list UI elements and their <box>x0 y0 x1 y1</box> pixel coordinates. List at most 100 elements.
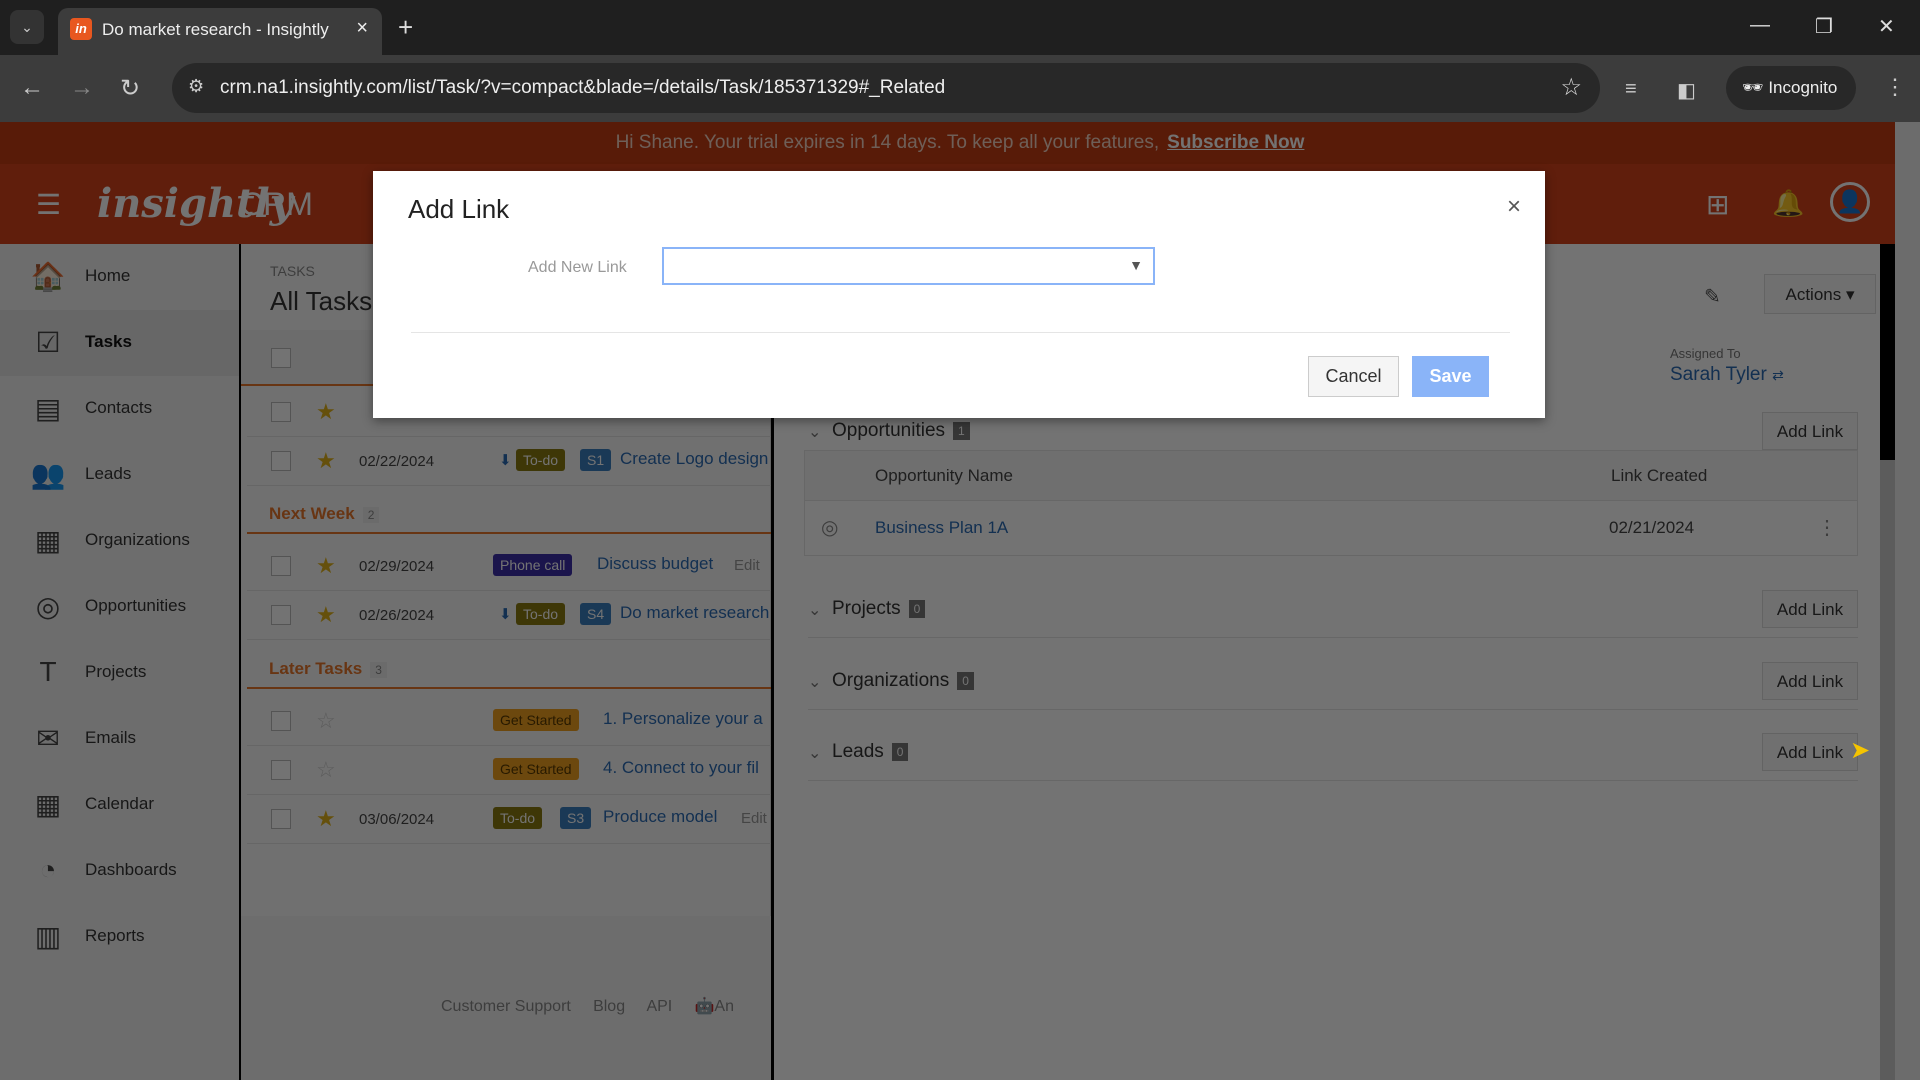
chevron-down-icon[interactable]: ⌄ <box>808 422 821 442</box>
task-title-link[interactable]: 4. Connect to your fil <box>603 758 759 778</box>
star-icon[interactable]: ★ <box>316 448 336 474</box>
table-row: ◎ Business Plan 1A 02/21/2024 ⋮ <box>805 501 1857 555</box>
sidebar-item-label: Tasks <box>85 332 132 351</box>
close-icon[interactable]: × <box>1507 193 1521 221</box>
task-title-link[interactable]: Discuss budget <box>597 554 713 574</box>
tasks-checkbox-icon: ☑ <box>35 327 61 358</box>
task-date: 02/26/2024 <box>359 607 435 624</box>
assigned-to-value[interactable]: Sarah Tyler ⇄ <box>1670 364 1784 386</box>
actions-dropdown[interactable]: Actions ▾ <box>1764 274 1876 314</box>
sidebar-item-calendar[interactable]: ▦ Calendar <box>0 772 239 838</box>
blog-link[interactable]: Blog <box>593 998 625 1015</box>
android-link[interactable]: An <box>714 998 734 1015</box>
select-all-checkbox[interactable] <box>271 348 291 368</box>
section-organizations: ⌄ Organizations 0 Add Link <box>808 660 1858 710</box>
table-row[interactable]: ★ 03/06/2024 To-do S3 Produce model Edit <box>247 795 771 844</box>
table-row[interactable]: ☆ Get Started 4. Connect to your fil <box>247 746 771 795</box>
api-link[interactable]: API <box>646 998 672 1015</box>
change-assignee-icon[interactable]: ⇄ <box>1772 367 1784 383</box>
column-header: Opportunity Name <box>875 466 1013 485</box>
assigned-user-link[interactable]: Sarah Tyler <box>1670 364 1767 385</box>
sidebar-item-label: Contacts <box>85 398 153 417</box>
star-icon[interactable]: ★ <box>316 806 336 832</box>
sidebar-item-label: Opportunities <box>85 596 187 615</box>
add-link-button[interactable]: Add Link <box>1762 662 1858 700</box>
edit-pencil-icon[interactable]: ✎ <box>1704 284 1721 309</box>
star-outline-icon[interactable]: ☆ <box>316 708 336 734</box>
edit-link[interactable]: Edit <box>741 810 767 827</box>
table-row[interactable]: ★ 02/29/2024 Phone call Discuss budget Edit <box>247 542 771 591</box>
section-leads: ⌄ Leads 0 Add Link <box>808 731 1858 781</box>
trial-banner: Hi Shane. Your trial expires in 14 days.… <box>0 122 1920 164</box>
row-checkbox[interactable] <box>271 809 291 829</box>
section-count: 0 <box>891 742 909 761</box>
tag-badge: S3 <box>560 807 592 829</box>
section-title: Projects <box>832 598 901 619</box>
hammer-icon: T <box>39 656 57 687</box>
sidebar-item-emails[interactable]: ✉ Emails <box>0 706 239 772</box>
edit-link[interactable]: Edit <box>734 557 760 574</box>
sidebar-item-projects[interactable]: T Projects <box>0 640 239 706</box>
row-checkbox[interactable] <box>271 711 291 731</box>
chevron-down-icon[interactable]: ⌄ <box>808 743 821 763</box>
add-link-button[interactable]: Add Link <box>1762 412 1858 450</box>
group-header-later-tasks: Later Tasks 3 <box>247 649 771 689</box>
chevron-down-icon[interactable]: ⌄ <box>808 600 821 620</box>
section-title: Leads <box>832 741 884 762</box>
banner-text: Hi Shane. Your trial expires in 14 days.… <box>615 132 1160 153</box>
chevron-down-icon[interactable]: ⌄ <box>808 672 821 692</box>
sidebar-item-label: Organizations <box>85 530 190 549</box>
add-link-button[interactable]: Add Link <box>1762 590 1858 628</box>
star-icon[interactable]: ★ <box>316 602 336 628</box>
row-checkbox[interactable] <box>271 451 291 471</box>
target-icon: ◎ <box>821 517 839 539</box>
row-checkbox[interactable] <box>271 402 291 422</box>
table-row[interactable]: ★ 02/26/2024 ⬇ To-do S4 Do market research <box>247 591 771 640</box>
opportunity-link[interactable]: Business Plan 1A <box>875 518 1008 538</box>
add-link-button[interactable]: Add Link <box>1762 733 1858 771</box>
add-icon[interactable]: ⊞ <box>1706 188 1729 221</box>
group-label: Next Week <box>269 504 355 523</box>
star-outline-icon[interactable]: ☆ <box>316 757 336 783</box>
cancel-button[interactable]: Cancel <box>1308 356 1399 397</box>
subscribe-now-link[interactable]: Subscribe Now <box>1167 132 1304 153</box>
page-scrollbar[interactable] <box>1895 122 1920 1080</box>
save-button[interactable]: Save <box>1412 356 1489 397</box>
status-badge: To-do <box>516 449 566 471</box>
panel-scrollbar[interactable] <box>1880 460 1895 1080</box>
row-checkbox[interactable] <box>271 605 291 625</box>
task-title-link[interactable]: Produce model <box>603 807 717 827</box>
sidebar-item-contacts[interactable]: ▤ Contacts <box>0 376 239 442</box>
hamburger-menu-icon[interactable]: ☰ <box>36 188 61 221</box>
section-count: 0 <box>957 671 974 690</box>
sidebar-item-leads[interactable]: 👥 Leads <box>0 442 239 508</box>
star-icon[interactable]: ★ <box>316 553 336 579</box>
task-title-link[interactable]: 1. Personalize your a <box>603 709 763 729</box>
group-count: 3 <box>370 662 387 678</box>
home-icon: 🏠 <box>30 261 66 292</box>
sidebar-item-reports[interactable]: ▥ Reports <box>0 904 239 970</box>
more-options-icon[interactable]: ⋮ <box>1817 515 1837 540</box>
add-new-link-select[interactable]: ▼ <box>662 247 1155 285</box>
sidebar-item-organizations[interactable]: ▦ Organizations <box>0 508 239 574</box>
sidebar-item-tasks[interactable]: ☑ Tasks <box>0 310 239 376</box>
group-label: Later Tasks <box>269 659 363 678</box>
envelope-icon: ✉ <box>36 723 60 754</box>
task-title-link[interactable]: Do market research <box>620 603 769 623</box>
caret-down-icon: ▼ <box>1129 257 1143 273</box>
bell-icon[interactable]: 🔔 <box>1772 188 1804 219</box>
task-title-link[interactable]: Create Logo design <box>620 449 768 469</box>
row-checkbox[interactable] <box>271 760 291 780</box>
table-row[interactable]: ☆ Get Started 1. Personalize your a <box>247 697 771 746</box>
table-row[interactable]: ★ 02/22/2024 ⬇ To-do S1 Create Logo design <box>247 437 771 486</box>
row-checkbox[interactable] <box>271 556 291 576</box>
star-icon[interactable]: ★ <box>316 399 336 425</box>
user-avatar-icon[interactable]: 👤 <box>1830 182 1870 222</box>
sidebar-item-home[interactable]: 🏠 Home <box>0 244 239 310</box>
sidebar-item-opportunities[interactable]: ◎ Opportunities <box>0 574 239 640</box>
add-link-dialog: Add Link × Add New Link ▼ Cancel Save <box>373 171 1545 418</box>
task-date: 03/06/2024 <box>359 811 435 828</box>
sidebar-item-dashboards[interactable]: ◔ Dashboards <box>0 838 239 904</box>
customer-support-link[interactable]: Customer Support <box>441 998 571 1015</box>
product-name: CRM <box>240 186 313 222</box>
